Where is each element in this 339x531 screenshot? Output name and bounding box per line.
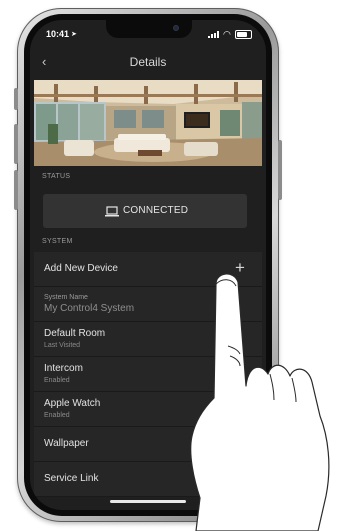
row-label: Default Room [44,328,106,339]
power-button [278,140,282,200]
front-camera [173,25,179,31]
row-sublabel: Enabled [44,377,70,384]
row-label: Apple Watch [44,398,101,409]
system-section-label: SYSTEM [42,238,73,245]
system-name-value: My Control4 System [44,303,135,314]
notch [106,20,192,38]
row-sublabel: Last Visited [44,342,81,349]
row-sublabel: Enabled [44,412,70,419]
status-icons: ◠ [208,29,252,39]
connection-status-button[interactable]: CONNECTED [43,194,247,228]
row-label: Add New Device [44,263,118,274]
row-label: Wallpaper [44,438,89,449]
volume-up-button [14,124,18,164]
laptop-icon [105,206,119,217]
wifi-icon: ◠ [223,29,231,39]
system-name-field-label: System Name [44,294,88,301]
wallpaper-image [34,80,262,166]
volume-down-button [14,170,18,210]
status-time: 10:41 [46,29,70,39]
mute-switch [14,88,18,110]
row-label: Service Link [44,473,99,484]
nav-bar: ‹ Details [30,48,266,78]
battery-icon [235,30,252,39]
signal-icon [208,31,220,38]
pointing-hand-illustration [190,273,330,531]
location-arrow-icon: ➤ [71,31,77,38]
status-section-label: STATUS [42,173,71,180]
connection-status-label: CONNECTED [123,205,189,216]
row-label: Intercom [44,363,83,374]
page-title: Details [129,55,167,69]
home-indicator[interactable] [110,500,186,503]
